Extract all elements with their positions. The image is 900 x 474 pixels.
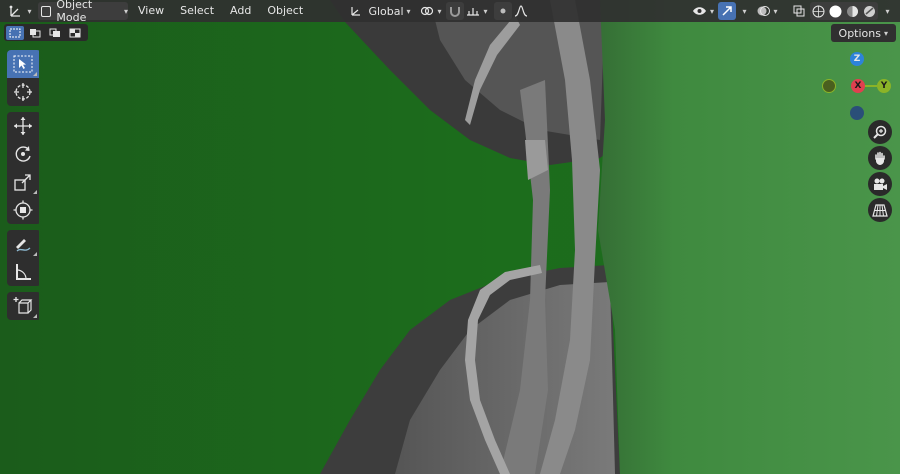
solid-shading-icon[interactable] [829,5,842,18]
navigation-gizmo[interactable]: Z X Y [820,50,896,120]
pivot-point-dropdown[interactable]: ▾ [418,2,444,20]
falloff-dropdown[interactable] [512,2,530,20]
ortho-toggle-button[interactable] [868,198,892,222]
move-icon [14,117,32,135]
camera-icon [874,178,887,190]
pencil-icon [16,239,31,252]
shading-dropdown[interactable]: ▾ [878,2,894,20]
magnet-icon [450,7,460,17]
axis-x-handle[interactable]: X [851,79,865,93]
scale-icon [14,174,31,191]
snap-toggle[interactable] [446,2,464,20]
zoom-button[interactable] [868,120,892,144]
menu-view[interactable]: View [130,1,172,21]
chevron-down-icon: ▾ [437,6,442,16]
select-extend-button[interactable] [26,26,44,40]
chevron-down-icon: ▾ [742,6,747,16]
xray-toggle[interactable] [790,2,808,20]
tool-move[interactable] [7,112,39,140]
select-subtract-icon [49,28,60,37]
proportional-edit-toggle[interactable] [494,2,512,20]
orientation-axes-icon [351,7,361,16]
chevron-down-icon: ▾ [709,6,714,16]
editor-type-button[interactable]: ▾ [8,2,32,20]
proportional-dot-icon [500,8,506,14]
transform-icon [13,200,33,220]
tool-variants-corner [33,252,37,256]
mode-dropdown[interactable]: Object Mode ▾ [38,0,128,24]
chevron-down-icon: ▾ [406,6,411,16]
tool-variants-corner [33,190,37,194]
visibility-dropdown[interactable]: ▾ [690,2,716,20]
chevron-down-icon: ▾ [883,28,888,38]
snap-target-dropdown[interactable]: ▾ [464,2,490,20]
wireframe-shading-icon[interactable] [812,5,825,18]
header-menus: View Select Add Object [130,1,311,21]
cursor-icon [14,83,32,101]
tool-annotate[interactable] [7,230,39,258]
measure-icon [16,264,31,280]
tool-add-cube[interactable] [7,292,39,320]
menu-add[interactable]: Add [222,1,259,21]
options-dropdown[interactable]: Options ▾ [830,24,896,42]
axis-y-handle[interactable]: Y [877,79,891,93]
scene-render [0,0,900,474]
gizmo-toggle[interactable] [718,2,736,20]
select-box-icon [13,55,33,73]
add-cube-icon [13,297,33,314]
rendered-shading-icon[interactable] [863,5,876,18]
menu-select[interactable]: Select [172,1,222,21]
select-invert-icon [69,28,81,37]
tool-rotate[interactable] [7,140,39,168]
shading-modes [810,2,878,20]
orientation-label: Global [368,4,404,18]
overlays-dropdown[interactable]: ▾ [754,2,780,20]
chevron-down-icon: ▾ [773,6,778,16]
transform-orientation-dropdown[interactable]: Global ▾ [348,2,412,20]
select-mode-buttons [4,24,88,41]
viewport-header: ▾ Object Mode ▾ View Select Add Object G… [0,0,900,24]
tool-cursor[interactable] [7,78,39,106]
tool-scale[interactable] [7,168,39,196]
tool-select-box[interactable] [7,50,39,78]
overlays-icon [757,6,771,16]
object-mode-icon [41,5,52,17]
tool-variants-corner [33,314,37,318]
3d-viewport[interactable] [0,0,900,474]
pan-button[interactable] [868,146,892,170]
chevron-down-icon: ▾ [483,6,488,16]
tool-transform[interactable] [7,196,39,224]
zoom-icon [873,125,887,139]
hand-icon [875,151,885,165]
axes-icon [10,5,21,17]
pivot-icon [421,6,434,16]
gizmo-dropdown[interactable]: ▾ [736,2,750,20]
select-invert-button[interactable] [66,26,84,40]
gizmo-arrow-icon [722,6,732,16]
select-set-button[interactable] [6,25,24,40]
snap-increment-icon [467,8,480,16]
mode-label: Object Mode [56,0,93,24]
options-label: Options [838,26,881,40]
tool-measure[interactable] [7,258,39,286]
menu-object[interactable]: Object [259,1,311,21]
camera-view-button[interactable] [868,172,892,196]
rotate-icon [15,146,31,162]
material-shading-icon[interactable] [846,5,859,18]
tool-variants-corner [33,72,37,76]
chevron-down-icon: ▾ [123,6,128,16]
xray-icon [793,5,805,17]
chevron-down-icon: ▾ [27,6,32,16]
chevron-down-icon: ▾ [885,6,890,16]
select-subtract-button[interactable] [46,26,64,40]
eye-icon [692,7,706,15]
select-set-icon [9,28,21,37]
falloff-curve-icon [514,5,528,17]
tool-shelf [7,50,41,326]
grid-icon [872,204,888,217]
select-extend-icon [30,28,41,37]
